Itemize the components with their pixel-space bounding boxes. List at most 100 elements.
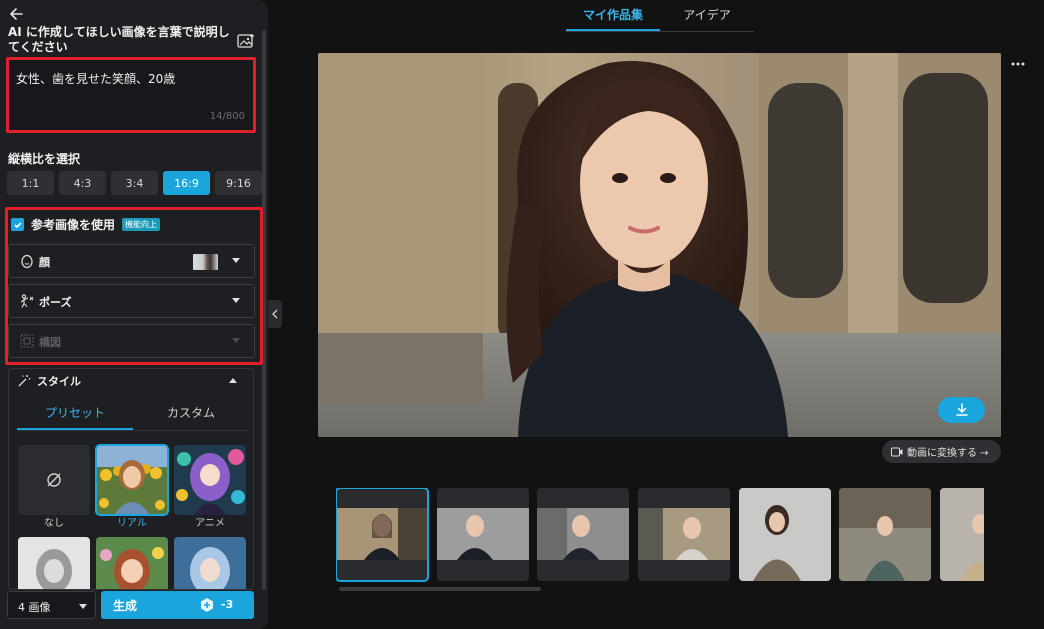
improved-badge: 機能向上 <box>122 218 161 231</box>
style-thumb-real <box>95 444 169 516</box>
face-reference-thumbnail[interactable] <box>193 254 218 270</box>
style-thumb-fantasy <box>174 537 246 589</box>
composition-icon <box>20 334 34 348</box>
aspect-ratio-label: 縦横比を選択 <box>8 152 81 166</box>
none-icon <box>47 473 61 487</box>
image-count-value: 4 画像 <box>18 601 51 614</box>
history-thumbnail[interactable] <box>940 488 984 581</box>
prompt-box: 女性、歯を見せた笑顔、20歳 14/800 <box>6 57 256 133</box>
credit-icon <box>201 598 213 612</box>
history-thumbnail[interactable] <box>739 488 831 581</box>
prompt-char-count: 14/800 <box>209 111 245 122</box>
style-thumb-cartoon <box>96 537 168 589</box>
thumbnail-image <box>437 488 529 581</box>
prompt-title: AI に作成してほしい画像を言葉で説明してください <box>8 25 230 54</box>
sketch-style-image <box>18 537 90 589</box>
style-option-none[interactable]: なし <box>18 445 90 531</box>
style-thumb-none <box>18 445 90 515</box>
download-icon <box>955 403 968 416</box>
chevron-left-icon <box>272 309 278 319</box>
thumbnail-scrollbar[interactable] <box>339 587 541 591</box>
history-thumbnail[interactable] <box>839 488 931 581</box>
style-grid: なし リアル アニメ <box>18 444 246 589</box>
thumbnail-image <box>940 488 984 581</box>
style-option-cartoon[interactable] <box>96 537 168 589</box>
style-tabs: プリセット カスタム <box>17 399 249 431</box>
chevron-up-icon[interactable] <box>229 378 237 383</box>
tab-my-works[interactable]: マイ作品集 <box>566 0 660 31</box>
image-upload-icon[interactable] <box>237 33 255 49</box>
woman-portrait-image <box>318 53 1001 437</box>
style-option-real[interactable]: リアル <box>95 444 169 531</box>
chevron-down-icon <box>232 258 240 263</box>
ratio-button-3-4[interactable]: 3:4 <box>111 171 158 195</box>
generated-image-preview[interactable] <box>318 53 1001 437</box>
generate-label: 生成 <box>113 599 138 613</box>
check-icon <box>13 221 22 228</box>
thumbnail-image <box>537 488 629 581</box>
thumbnail-image <box>336 488 428 581</box>
reference-composition-row[interactable]: 構図 <box>8 324 255 358</box>
convert-to-video-button[interactable]: 動画に変換する → <box>882 440 1001 463</box>
style-label: スタイル <box>37 375 81 388</box>
anime-style-image <box>174 445 246 515</box>
tab-preset[interactable]: プリセット <box>17 399 133 430</box>
tab-ideas[interactable]: アイデア <box>660 0 754 31</box>
history-thumbnail[interactable] <box>336 488 429 582</box>
convert-label: 動画に変換する → <box>907 448 989 459</box>
cartoon-style-image <box>96 537 168 589</box>
reference-face-label: 顔 <box>39 256 50 269</box>
ratio-button-4-3[interactable]: 4:3 <box>59 171 106 195</box>
history-thumbnail[interactable] <box>537 488 629 581</box>
image-count-select[interactable]: 4 画像 <box>7 591 96 619</box>
pose-icon <box>20 294 34 308</box>
style-option-sketch[interactable] <box>18 537 90 589</box>
reference-pose-row[interactable]: ポーズ <box>8 284 255 318</box>
fantasy-style-image <box>174 537 246 589</box>
chevron-down-icon <box>232 298 240 303</box>
reference-label: 参考画像を使用 <box>31 218 116 232</box>
face-icon <box>21 254 33 269</box>
generate-button[interactable]: 生成 -3 <box>101 591 254 619</box>
style-option-anime[interactable]: アニメ <box>174 445 246 531</box>
history-thumbnail-strip <box>336 488 984 582</box>
thumbnail-image <box>839 488 931 581</box>
style-thumb-sketch <box>18 537 90 589</box>
style-option-fantasy[interactable] <box>174 537 246 589</box>
style-name: リアル <box>117 518 147 529</box>
left-panel: AI に作成してほしい画像を言葉で説明してください 女性、歯を見せた笑顔、20歳… <box>0 0 268 629</box>
prompt-input[interactable]: 女性、歯を見せた笑顔、20歳 <box>16 70 246 110</box>
thumbnail-image <box>739 488 831 581</box>
style-thumb-anime <box>174 445 246 515</box>
reference-composition-label: 構図 <box>39 336 61 349</box>
reference-pose-label: ポーズ <box>39 296 72 309</box>
style-section: スタイル プリセット カスタム なし リアル アニメ <box>8 368 254 590</box>
style-name: なし <box>44 518 64 529</box>
style-header[interactable]: スタイル <box>17 373 81 389</box>
collapse-panel-button[interactable] <box>268 300 282 328</box>
style-name: アニメ <box>195 518 225 529</box>
history-thumbnail[interactable] <box>638 488 730 581</box>
reference-face-row[interactable]: 顔 <box>8 244 255 278</box>
download-button[interactable] <box>938 397 985 423</box>
chevron-down-icon <box>232 338 240 343</box>
panel-footer: 4 画像 生成 -3 <box>0 590 268 629</box>
reference-header: 参考画像を使用 機能向上 <box>11 216 161 233</box>
aspect-ratio-group: 1:1 4:3 3:4 16:9 9:16 <box>7 171 262 195</box>
more-options-icon[interactable] <box>1010 61 1026 67</box>
credit-cost: -3 <box>221 598 234 611</box>
history-thumbnail[interactable] <box>437 488 529 581</box>
back-arrow-icon[interactable] <box>8 5 26 23</box>
real-style-image <box>96 445 168 515</box>
ratio-button-1-1[interactable]: 1:1 <box>7 171 54 195</box>
thumbnail-image <box>638 488 730 581</box>
magic-wand-icon <box>18 375 31 387</box>
tab-custom[interactable]: カスタム <box>133 399 249 430</box>
chevron-down-icon <box>79 604 87 609</box>
reference-checkbox[interactable] <box>11 218 24 231</box>
ratio-button-9-16[interactable]: 9:16 <box>215 171 262 195</box>
reference-image-section: 参考画像を使用 機能向上 顔 ポーズ 構図 <box>5 207 263 365</box>
ratio-button-16-9[interactable]: 16:9 <box>163 171 210 195</box>
gallery-tabs: マイ作品集 アイデア <box>566 0 754 32</box>
video-icon <box>891 447 903 456</box>
